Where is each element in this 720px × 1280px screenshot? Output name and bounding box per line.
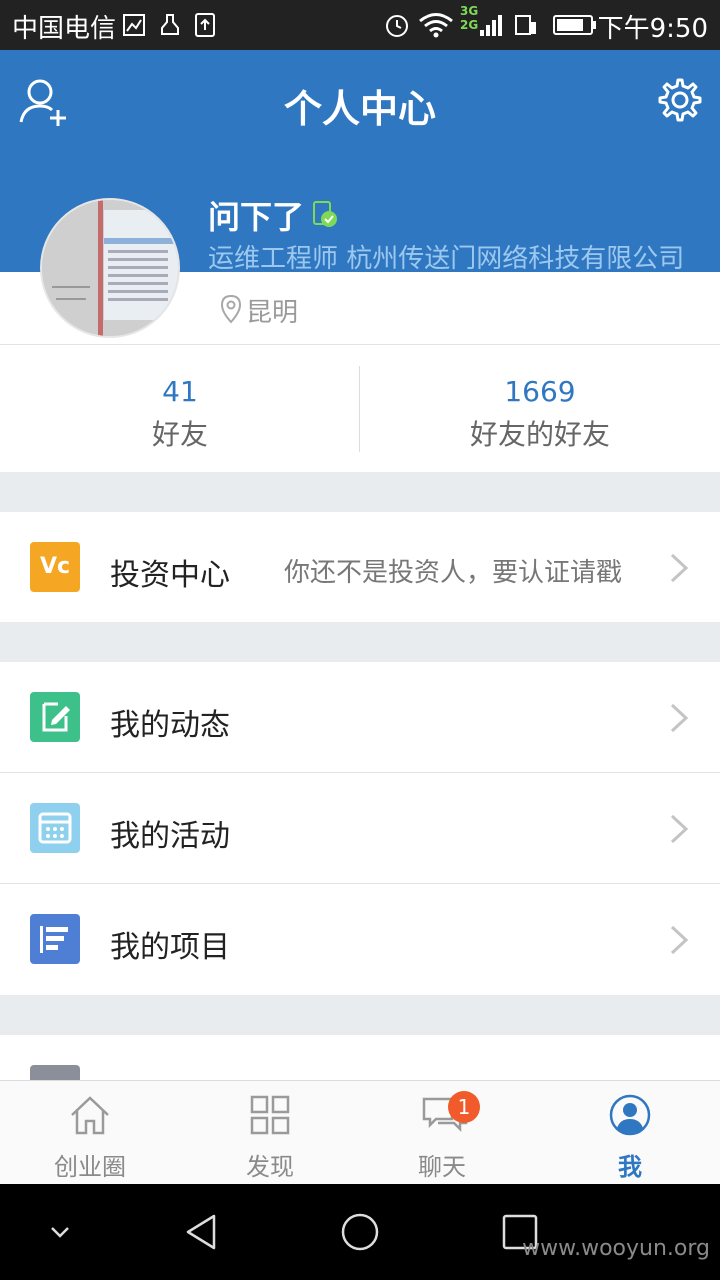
settings-gear-icon[interactable] (654, 76, 702, 124)
friends-label: 好友 (151, 418, 208, 451)
unread-badge: 1 (448, 1091, 480, 1123)
menu-item-label: 我的动态 (110, 708, 230, 743)
friends-of-friends-count: 1669 (504, 375, 576, 408)
partial-icon (30, 1065, 80, 1080)
tab-label: 创业圈 (54, 1153, 126, 1181)
battery-icon (553, 15, 596, 35)
chevron-right-icon (670, 703, 689, 733)
edit-note-icon (30, 692, 80, 742)
section-gap (0, 622, 720, 662)
system-nav-bar (0, 1184, 720, 1280)
tab-chat[interactable]: 1 聊天 (352, 1081, 532, 1185)
clock-label: 下午9:50 (597, 14, 708, 44)
user-location: 昆明 (246, 298, 299, 328)
alarm-icon (386, 15, 408, 37)
menu-item-invest-center[interactable]: Vc 投资中心 你还不是投资人，要认证请戳 (0, 512, 720, 622)
signal-icon (480, 15, 502, 36)
bottom-nav: 创业圈 发现 1 聊天 我 (0, 1080, 720, 1185)
section-gap (0, 472, 720, 512)
image-icon (123, 14, 145, 36)
page-title: 个人中心 (283, 87, 436, 131)
status-bar: 中国电信 3G 2G 下午9:50 (0, 0, 720, 50)
tab-label: 发现 (246, 1153, 294, 1181)
section-gap (0, 995, 720, 1035)
home-circle-icon[interactable] (340, 1212, 380, 1252)
menu-item-partial[interactable] (0, 1035, 720, 1080)
usb-icon (161, 14, 179, 35)
sim-icon (515, 15, 536, 35)
tab-startup-circle[interactable]: 创业圈 (0, 1081, 180, 1185)
avatar-photo (42, 200, 178, 336)
user-company: 运维工程师 杭州传送门网络科技有限公司 (208, 244, 685, 274)
chevron-right-icon (670, 925, 689, 955)
location-pin-icon (220, 294, 242, 324)
calendar-icon (30, 803, 80, 853)
stat-friends[interactable]: 41 好友 (0, 345, 360, 471)
project-list-icon (30, 914, 80, 964)
back-icon[interactable] (182, 1212, 222, 1252)
invest-center-hint: 你还不是投资人，要认证请戳 (284, 558, 623, 588)
menu-item-label: 我的活动 (110, 819, 230, 854)
menu-item-label: 我的项目 (110, 930, 230, 965)
upload-icon (195, 13, 215, 37)
tab-label: 我 (618, 1153, 642, 1181)
menu-item-my-posts[interactable]: 我的动态 (0, 662, 720, 772)
home-icon (71, 1096, 109, 1135)
network-type-label: 3G 2G (460, 4, 479, 32)
hide-keyboard-icon[interactable] (48, 1224, 72, 1240)
tab-discover[interactable]: 发现 (180, 1081, 360, 1185)
wifi-icon (419, 13, 453, 38)
menu-item-my-projects[interactable]: 我的项目 (0, 884, 720, 994)
avatar[interactable] (40, 198, 180, 338)
user-circle-icon (609, 1094, 651, 1136)
tab-label: 聊天 (418, 1153, 466, 1181)
chevron-right-icon (670, 814, 689, 844)
friends-of-friends-label: 好友的好友 (469, 418, 610, 451)
grid-icon (250, 1095, 290, 1135)
stat-friends-of-friends[interactable]: 1669 好友的好友 (360, 345, 720, 471)
watermark: www.wooyun.org (522, 1236, 710, 1261)
user-name: 问下了 (208, 198, 305, 236)
friends-count: 41 (162, 375, 198, 408)
chevron-right-icon (670, 553, 689, 583)
vc-icon: Vc (30, 542, 80, 592)
menu-item-my-events[interactable]: 我的活动 (0, 773, 720, 883)
invest-center-label: 投资中心 (110, 558, 230, 593)
carrier-label: 中国电信 (12, 14, 117, 44)
tab-me[interactable]: 我 (540, 1081, 720, 1185)
verified-badge-icon (313, 201, 337, 227)
